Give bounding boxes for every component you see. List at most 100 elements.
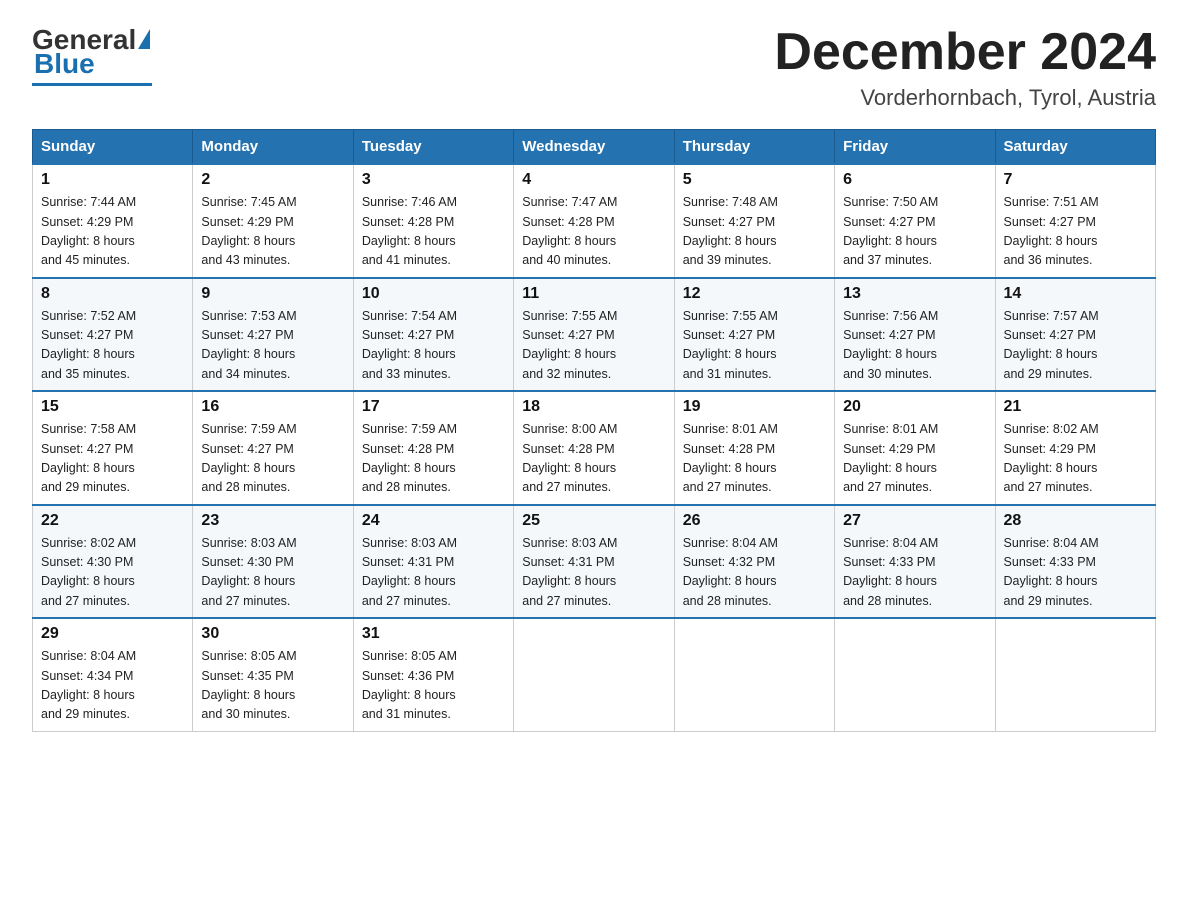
day-info: Sunrise: 8:04 AMSunset: 4:33 PMDaylight:… — [1004, 534, 1147, 612]
calendar-cell: 22 Sunrise: 8:02 AMSunset: 4:30 PMDayligh… — [33, 505, 193, 619]
calendar-empty-cell — [995, 618, 1155, 731]
day-number: 22 — [41, 512, 184, 530]
day-number: 8 — [41, 285, 184, 303]
day-info: Sunrise: 8:02 AMSunset: 4:29 PMDaylight:… — [1004, 420, 1147, 498]
day-number: 30 — [201, 625, 344, 643]
day-number: 7 — [1004, 171, 1147, 189]
calendar-cell: 13Sunrise: 7:56 AMSunset: 4:27 PMDayligh… — [835, 278, 995, 392]
day-number: 25 — [522, 512, 665, 530]
calendar-cell: 21 Sunrise: 8:02 AMSunset: 4:29 PMDayligh… — [995, 391, 1155, 505]
day-number: 20 — [843, 398, 986, 416]
day-info: Sunrise: 8:04 AMSunset: 4:34 PMDaylight:… — [41, 647, 184, 725]
day-number: 29 — [41, 625, 184, 643]
calendar-header-wednesday: Wednesday — [514, 130, 674, 165]
calendar-cell: 9 Sunrise: 7:53 AMSunset: 4:27 PMDaylight… — [193, 278, 353, 392]
calendar-cell: 3 Sunrise: 7:46 AMSunset: 4:28 PMDaylight… — [353, 164, 513, 278]
day-number: 4 — [522, 171, 665, 189]
calendar-cell: 6Sunrise: 7:50 AMSunset: 4:27 PMDaylight… — [835, 164, 995, 278]
day-number: 13 — [843, 285, 986, 303]
day-info: Sunrise: 8:04 AMSunset: 4:32 PMDaylight:… — [683, 534, 826, 612]
calendar-cell: 30 Sunrise: 8:05 AMSunset: 4:35 PMDayligh… — [193, 618, 353, 731]
calendar-week-row: 29 Sunrise: 8:04 AMSunset: 4:34 PMDayligh… — [33, 618, 1156, 731]
logo-area: General Blue — [32, 24, 152, 86]
day-info: Sunrise: 7:54 AMSunset: 4:27 PMDaylight:… — [362, 307, 505, 385]
calendar-cell: 10 Sunrise: 7:54 AMSunset: 4:27 PMDayligh… — [353, 278, 513, 392]
location-subtitle: Vorderhornbach, Tyrol, Austria — [774, 85, 1156, 111]
day-info: Sunrise: 7:47 AMSunset: 4:28 PMDaylight:… — [522, 193, 665, 271]
calendar-table: SundayMondayTuesdayWednesdayThursdayFrid… — [32, 129, 1156, 732]
day-number: 14 — [1004, 285, 1147, 303]
day-info: Sunrise: 8:00 AMSunset: 4:28 PMDaylight:… — [522, 420, 665, 498]
calendar-empty-cell — [514, 618, 674, 731]
day-number: 5 — [683, 171, 826, 189]
day-info: Sunrise: 7:59 AMSunset: 4:28 PMDaylight:… — [362, 420, 505, 498]
calendar-body: 1Sunrise: 7:44 AMSunset: 4:29 PMDaylight… — [33, 164, 1156, 731]
calendar-cell: 14 Sunrise: 7:57 AMSunset: 4:27 PMDayligh… — [995, 278, 1155, 392]
day-info: Sunrise: 7:58 AMSunset: 4:27 PMDaylight:… — [41, 420, 184, 498]
day-info: Sunrise: 8:05 AMSunset: 4:35 PMDaylight:… — [201, 647, 344, 725]
day-number: 9 — [201, 285, 344, 303]
day-number: 24 — [362, 512, 505, 530]
day-info: Sunrise: 8:03 AMSunset: 4:30 PMDaylight:… — [201, 534, 344, 612]
calendar-cell: 7 Sunrise: 7:51 AMSunset: 4:27 PMDaylight… — [995, 164, 1155, 278]
day-info: Sunrise: 8:05 AMSunset: 4:36 PMDaylight:… — [362, 647, 505, 725]
calendar-header-friday: Friday — [835, 130, 995, 165]
day-number: 28 — [1004, 512, 1147, 530]
calendar-cell: 2Sunrise: 7:45 AMSunset: 4:29 PMDaylight… — [193, 164, 353, 278]
day-info: Sunrise: 7:46 AMSunset: 4:28 PMDaylight:… — [362, 193, 505, 271]
calendar-cell: 31 Sunrise: 8:05 AMSunset: 4:36 PMDayligh… — [353, 618, 513, 731]
calendar-header-saturday: Saturday — [995, 130, 1155, 165]
calendar-empty-cell — [835, 618, 995, 731]
calendar-week-row: 8 Sunrise: 7:52 AMSunset: 4:27 PMDaylight… — [33, 278, 1156, 392]
day-info: Sunrise: 7:50 AMSunset: 4:27 PMDaylight:… — [843, 193, 986, 271]
calendar-cell: 19Sunrise: 8:01 AMSunset: 4:28 PMDayligh… — [674, 391, 834, 505]
day-info: Sunrise: 7:55 AMSunset: 4:27 PMDaylight:… — [683, 307, 826, 385]
calendar-cell: 25 Sunrise: 8:03 AMSunset: 4:31 PMDayligh… — [514, 505, 674, 619]
calendar-week-row: 15Sunrise: 7:58 AMSunset: 4:27 PMDayligh… — [33, 391, 1156, 505]
day-number: 23 — [201, 512, 344, 530]
calendar-cell: 20 Sunrise: 8:01 AMSunset: 4:29 PMDayligh… — [835, 391, 995, 505]
day-number: 21 — [1004, 398, 1147, 416]
logo-blue-label: Blue — [34, 48, 95, 80]
calendar-cell: 18Sunrise: 8:00 AMSunset: 4:28 PMDayligh… — [514, 391, 674, 505]
calendar-header-tuesday: Tuesday — [353, 130, 513, 165]
day-info: Sunrise: 8:03 AMSunset: 4:31 PMDaylight:… — [522, 534, 665, 612]
day-number: 10 — [362, 285, 505, 303]
calendar-cell: 29 Sunrise: 8:04 AMSunset: 4:34 PMDayligh… — [33, 618, 193, 731]
calendar-cell: 11Sunrise: 7:55 AMSunset: 4:27 PMDayligh… — [514, 278, 674, 392]
day-info: Sunrise: 7:48 AMSunset: 4:27 PMDaylight:… — [683, 193, 826, 271]
day-number: 12 — [683, 285, 826, 303]
day-info: Sunrise: 7:52 AMSunset: 4:27 PMDaylight:… — [41, 307, 184, 385]
day-info: Sunrise: 7:53 AMSunset: 4:27 PMDaylight:… — [201, 307, 344, 385]
day-number: 31 — [362, 625, 505, 643]
calendar-cell: 23 Sunrise: 8:03 AMSunset: 4:30 PMDayligh… — [193, 505, 353, 619]
calendar-cell: 16 Sunrise: 7:59 AMSunset: 4:27 PMDayligh… — [193, 391, 353, 505]
calendar-header-row: SundayMondayTuesdayWednesdayThursdayFrid… — [33, 130, 1156, 165]
day-number: 3 — [362, 171, 505, 189]
calendar-week-row: 22 Sunrise: 8:02 AMSunset: 4:30 PMDayligh… — [33, 505, 1156, 619]
calendar-cell: 1Sunrise: 7:44 AMSunset: 4:29 PMDaylight… — [33, 164, 193, 278]
calendar-cell: 17Sunrise: 7:59 AMSunset: 4:28 PMDayligh… — [353, 391, 513, 505]
calendar-cell: 24Sunrise: 8:03 AMSunset: 4:31 PMDayligh… — [353, 505, 513, 619]
day-info: Sunrise: 8:04 AMSunset: 4:33 PMDaylight:… — [843, 534, 986, 612]
day-number: 26 — [683, 512, 826, 530]
logo-underline — [32, 83, 152, 86]
calendar-header-thursday: Thursday — [674, 130, 834, 165]
calendar-cell: 5 Sunrise: 7:48 AMSunset: 4:27 PMDaylight… — [674, 164, 834, 278]
day-number: 16 — [201, 398, 344, 416]
day-info: Sunrise: 8:01 AMSunset: 4:29 PMDaylight:… — [843, 420, 986, 498]
calendar-header-sunday: Sunday — [33, 130, 193, 165]
logo-triangle-icon — [138, 29, 150, 49]
day-number: 1 — [41, 171, 184, 189]
day-info: Sunrise: 7:51 AMSunset: 4:27 PMDaylight:… — [1004, 193, 1147, 271]
day-info: Sunrise: 8:01 AMSunset: 4:28 PMDaylight:… — [683, 420, 826, 498]
day-info: Sunrise: 7:59 AMSunset: 4:27 PMDaylight:… — [201, 420, 344, 498]
day-info: Sunrise: 7:57 AMSunset: 4:27 PMDaylight:… — [1004, 307, 1147, 385]
title-area: December 2024 Vorderhornbach, Tyrol, Aus… — [774, 24, 1156, 111]
calendar-header-monday: Monday — [193, 130, 353, 165]
calendar-empty-cell — [674, 618, 834, 731]
calendar-cell: 15Sunrise: 7:58 AMSunset: 4:27 PMDayligh… — [33, 391, 193, 505]
calendar-cell: 27Sunrise: 8:04 AMSunset: 4:33 PMDayligh… — [835, 505, 995, 619]
month-title: December 2024 — [774, 24, 1156, 81]
day-info: Sunrise: 8:02 AMSunset: 4:30 PMDaylight:… — [41, 534, 184, 612]
